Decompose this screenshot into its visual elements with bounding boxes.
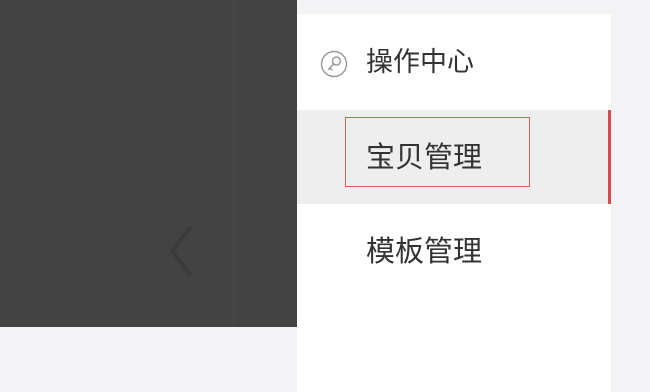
sidebar-item-template-management[interactable]: 模板管理 <box>297 204 611 298</box>
sidebar-item-partial[interactable] <box>297 298 611 392</box>
menu-group-header[interactable]: 操作中心 <box>297 14 611 110</box>
active-indicator <box>608 110 611 204</box>
menu-group-title: 操作中心 <box>366 47 474 78</box>
panel-divider <box>233 0 234 327</box>
chevron-left-icon[interactable] <box>164 224 198 278</box>
sidebar-item-label: 模板管理 <box>366 234 483 268</box>
highlight-box <box>345 117 530 187</box>
key-icon <box>320 50 348 78</box>
dark-overlay-panel <box>0 0 297 327</box>
